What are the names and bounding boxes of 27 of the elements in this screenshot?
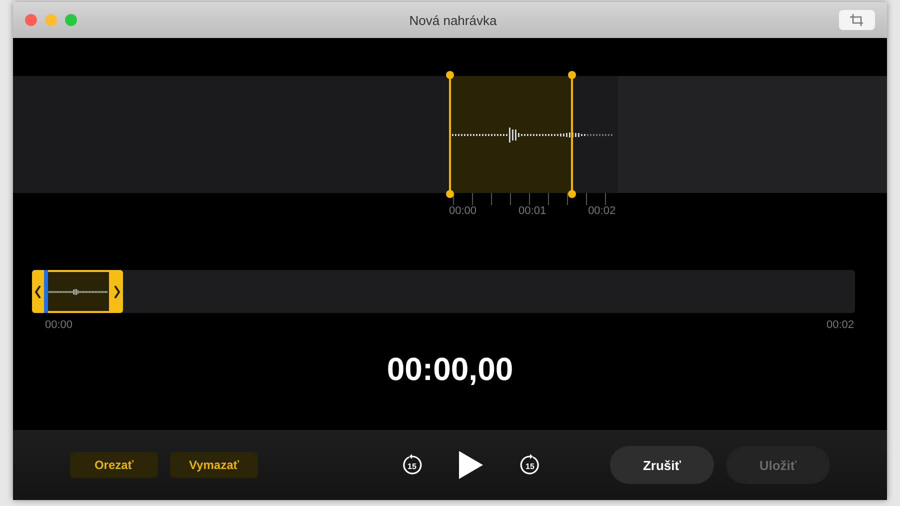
start-time-label: 00:00	[45, 319, 73, 331]
trim-selection[interactable]	[32, 270, 123, 313]
action-button[interactable]: Zrušiť	[610, 446, 714, 484]
end-time-label: 00:02	[826, 319, 854, 331]
chevron-right-icon	[113, 284, 121, 298]
zoom-button[interactable]	[65, 14, 77, 26]
left-trim-handle[interactable]	[449, 72, 451, 197]
right-trim-handle[interactable]	[571, 72, 573, 197]
chevron-left-icon	[34, 284, 42, 298]
edit-button[interactable]: Vymazať	[170, 452, 258, 478]
window-title: Nová nahrávka	[408, 12, 498, 28]
play-icon	[458, 450, 484, 480]
time-label: 00:02	[588, 205, 616, 217]
time-label: 00:00	[449, 205, 477, 217]
selection-region[interactable]	[451, 76, 572, 193]
time-display: 00:00,00	[386, 351, 514, 388]
skip-back-button[interactable]: 15	[400, 453, 424, 477]
minimize-button[interactable]	[45, 14, 57, 26]
trim-button[interactable]	[839, 10, 875, 30]
skip-forward-button[interactable]: 15	[518, 453, 542, 477]
playhead[interactable]	[44, 270, 48, 313]
play-button[interactable]	[458, 450, 484, 480]
time-label: 00:01	[518, 205, 546, 217]
edit-button[interactable]: Orezať	[70, 452, 158, 478]
crop-icon	[849, 13, 865, 27]
waveform-drawing	[46, 286, 108, 296]
close-button[interactable]	[25, 14, 37, 26]
